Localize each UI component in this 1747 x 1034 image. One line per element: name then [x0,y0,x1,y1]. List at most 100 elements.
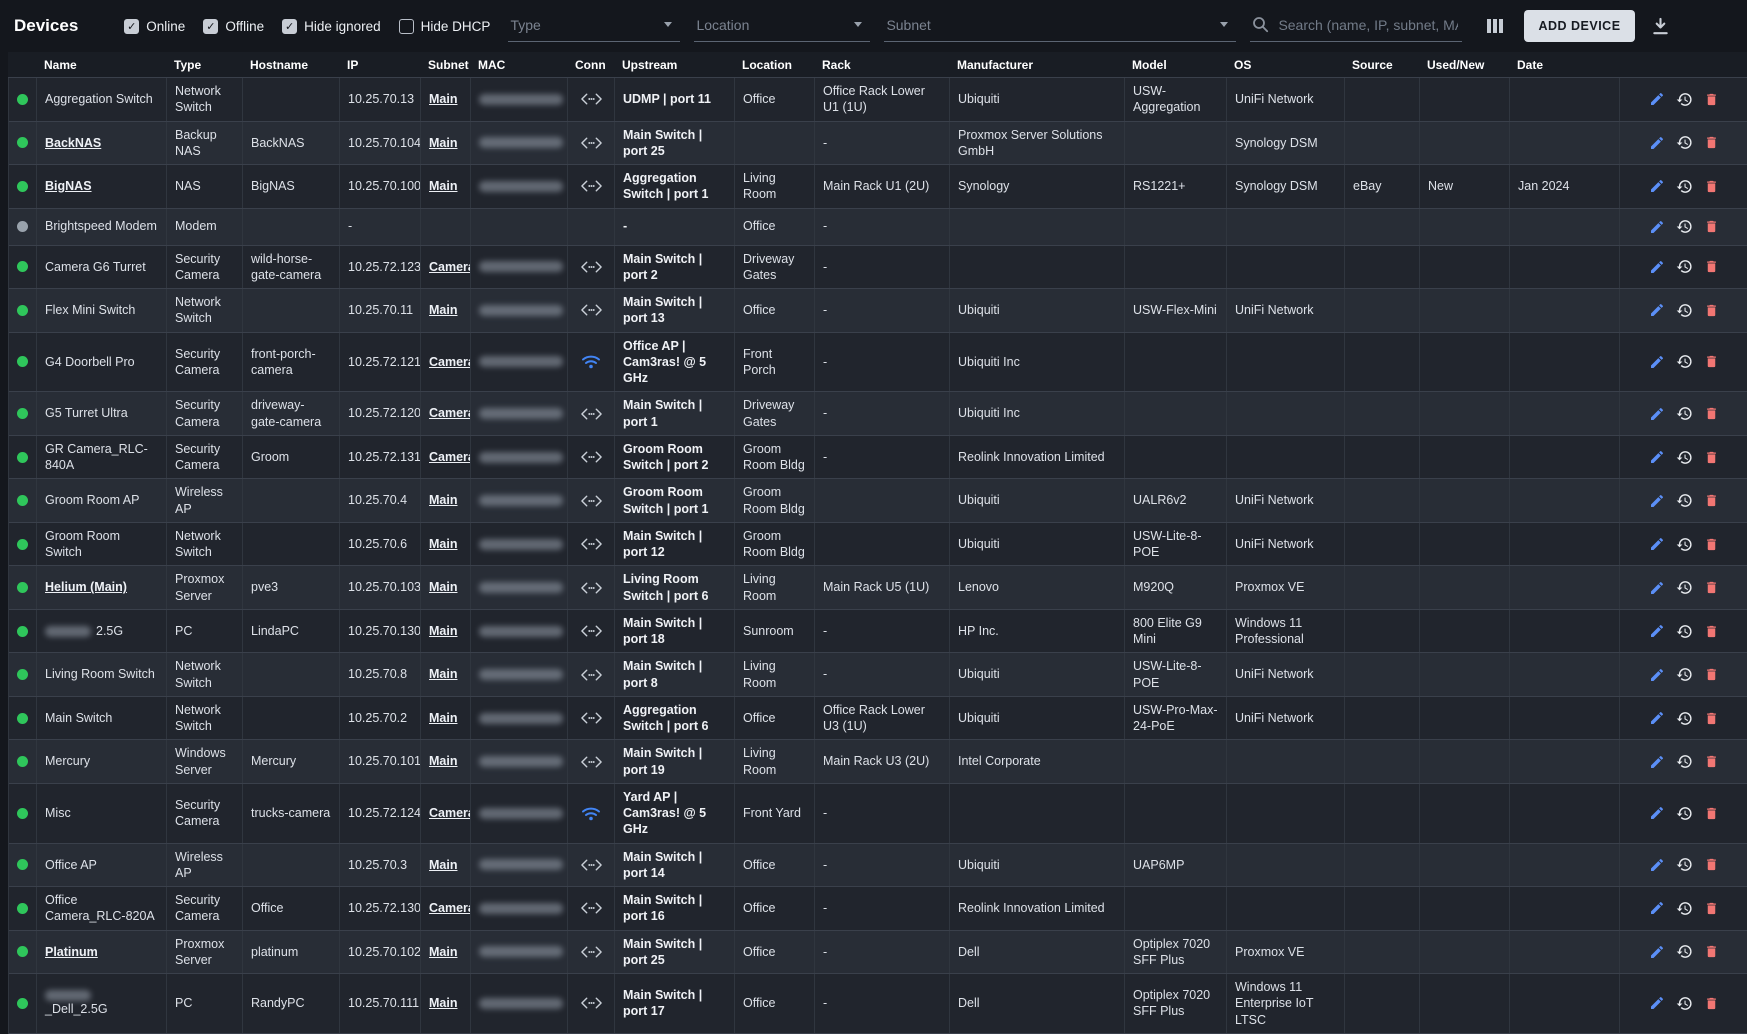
filter-hide-dhcp[interactable]: Hide DHCP [399,19,491,34]
delete-button[interactable] [1704,218,1719,235]
delete-button[interactable] [1704,91,1719,108]
col-header-os[interactable]: OS [1226,58,1344,72]
delete-button[interactable] [1704,353,1719,370]
filter-online[interactable]: Online [124,19,185,34]
history-button[interactable] [1676,178,1693,195]
filter-offline[interactable]: Offline [203,19,264,34]
history-button[interactable] [1676,900,1693,917]
edit-button[interactable] [1649,710,1665,726]
subnet-select[interactable]: Subnet [884,10,1236,42]
subnet-link[interactable]: Main [429,492,457,508]
col-header-source[interactable]: Source [1344,58,1419,72]
add-device-button[interactable]: ADD DEVICE [1524,10,1634,42]
edit-button[interactable] [1649,302,1665,318]
subnet-link[interactable]: Cameras [429,405,471,421]
col-header-date[interactable]: Date [1509,58,1619,72]
edit-button[interactable] [1649,580,1665,596]
col-header-used-new[interactable]: Used/New [1419,58,1509,72]
col-header-name[interactable]: Name [36,58,166,72]
col-header-ip[interactable]: IP [339,58,420,72]
subnet-link[interactable]: Main [429,579,457,595]
search-input[interactable] [1276,16,1460,34]
history-button[interactable] [1676,302,1693,319]
subnet-link[interactable]: Main [429,178,457,194]
filter-hide-ignored[interactable]: Hide ignored [282,19,381,34]
delete-button[interactable] [1704,302,1719,319]
search-box[interactable] [1250,10,1462,42]
edit-button[interactable] [1649,135,1665,151]
filter-checkbox[interactable] [124,19,139,34]
device-name-text[interactable]: BigNAS [45,178,92,194]
history-button[interactable] [1676,134,1693,151]
device-name-text[interactable]: Helium (Main) [45,579,127,595]
subnet-link[interactable]: Cameras [429,449,471,465]
history-button[interactable] [1676,218,1693,235]
history-button[interactable] [1676,536,1693,553]
delete-button[interactable] [1704,536,1719,553]
history-button[interactable] [1676,405,1693,422]
edit-button[interactable] [1649,354,1665,370]
history-button[interactable] [1676,258,1693,275]
edit-button[interactable] [1649,805,1665,821]
subnet-link[interactable]: Main [429,302,457,318]
subnet-link[interactable]: Main [429,91,457,107]
delete-button[interactable] [1704,753,1719,770]
edit-button[interactable] [1649,449,1665,465]
delete-button[interactable] [1704,492,1719,509]
edit-button[interactable] [1649,900,1665,916]
col-header-subnet[interactable]: Subnet [420,58,470,72]
history-button[interactable] [1676,623,1693,640]
history-button[interactable] [1676,710,1693,727]
edit-button[interactable] [1649,995,1665,1011]
filter-checkbox[interactable] [282,19,297,34]
delete-button[interactable] [1704,405,1719,422]
edit-button[interactable] [1649,857,1665,873]
location-select[interactable]: Location [694,10,870,42]
edit-button[interactable] [1649,667,1665,683]
download-icon[interactable] [1651,17,1670,36]
subnet-link[interactable]: Main [429,995,457,1011]
subnet-link[interactable]: Main [429,944,457,960]
edit-button[interactable] [1649,623,1665,639]
subnet-link[interactable]: Main [429,666,457,682]
edit-button[interactable] [1649,406,1665,422]
subnet-link[interactable]: Main [429,710,457,726]
edit-button[interactable] [1649,259,1665,275]
device-name-text[interactable]: BackNAS [45,135,101,151]
column-picker-icon[interactable] [1486,18,1504,34]
delete-button[interactable] [1704,805,1719,822]
type-select[interactable]: Type [508,10,680,42]
device-name-text[interactable]: Platinum [45,944,98,960]
edit-button[interactable] [1649,91,1665,107]
subnet-link[interactable]: Main [429,857,457,873]
subnet-link[interactable]: Cameras [429,805,471,821]
edit-button[interactable] [1649,219,1665,235]
filter-checkbox[interactable] [399,19,414,34]
col-header-location[interactable]: Location [734,58,814,72]
history-button[interactable] [1676,995,1693,1012]
col-header-conn[interactable]: Conn [567,58,614,72]
history-button[interactable] [1676,353,1693,370]
history-button[interactable] [1676,753,1693,770]
history-button[interactable] [1676,579,1693,596]
delete-button[interactable] [1704,178,1719,195]
subnet-link[interactable]: Cameras [429,900,471,916]
edit-button[interactable] [1649,536,1665,552]
col-header-upstream[interactable]: Upstream [614,58,734,72]
col-header-hostname[interactable]: Hostname [242,58,339,72]
col-header-rack[interactable]: Rack [814,58,949,72]
subnet-link[interactable]: Main [429,536,457,552]
delete-button[interactable] [1704,710,1719,727]
subnet-link[interactable]: Cameras [429,259,471,275]
col-header-type[interactable]: Type [166,58,242,72]
delete-button[interactable] [1704,666,1719,683]
history-button[interactable] [1676,666,1693,683]
delete-button[interactable] [1704,900,1719,917]
delete-button[interactable] [1704,856,1719,873]
subnet-link[interactable]: Main [429,623,457,639]
col-header-manufacturer[interactable]: Manufacturer [949,58,1124,72]
delete-button[interactable] [1704,258,1719,275]
col-header-model[interactable]: Model [1124,58,1226,72]
delete-button[interactable] [1704,134,1719,151]
subnet-link[interactable]: Main [429,753,457,769]
